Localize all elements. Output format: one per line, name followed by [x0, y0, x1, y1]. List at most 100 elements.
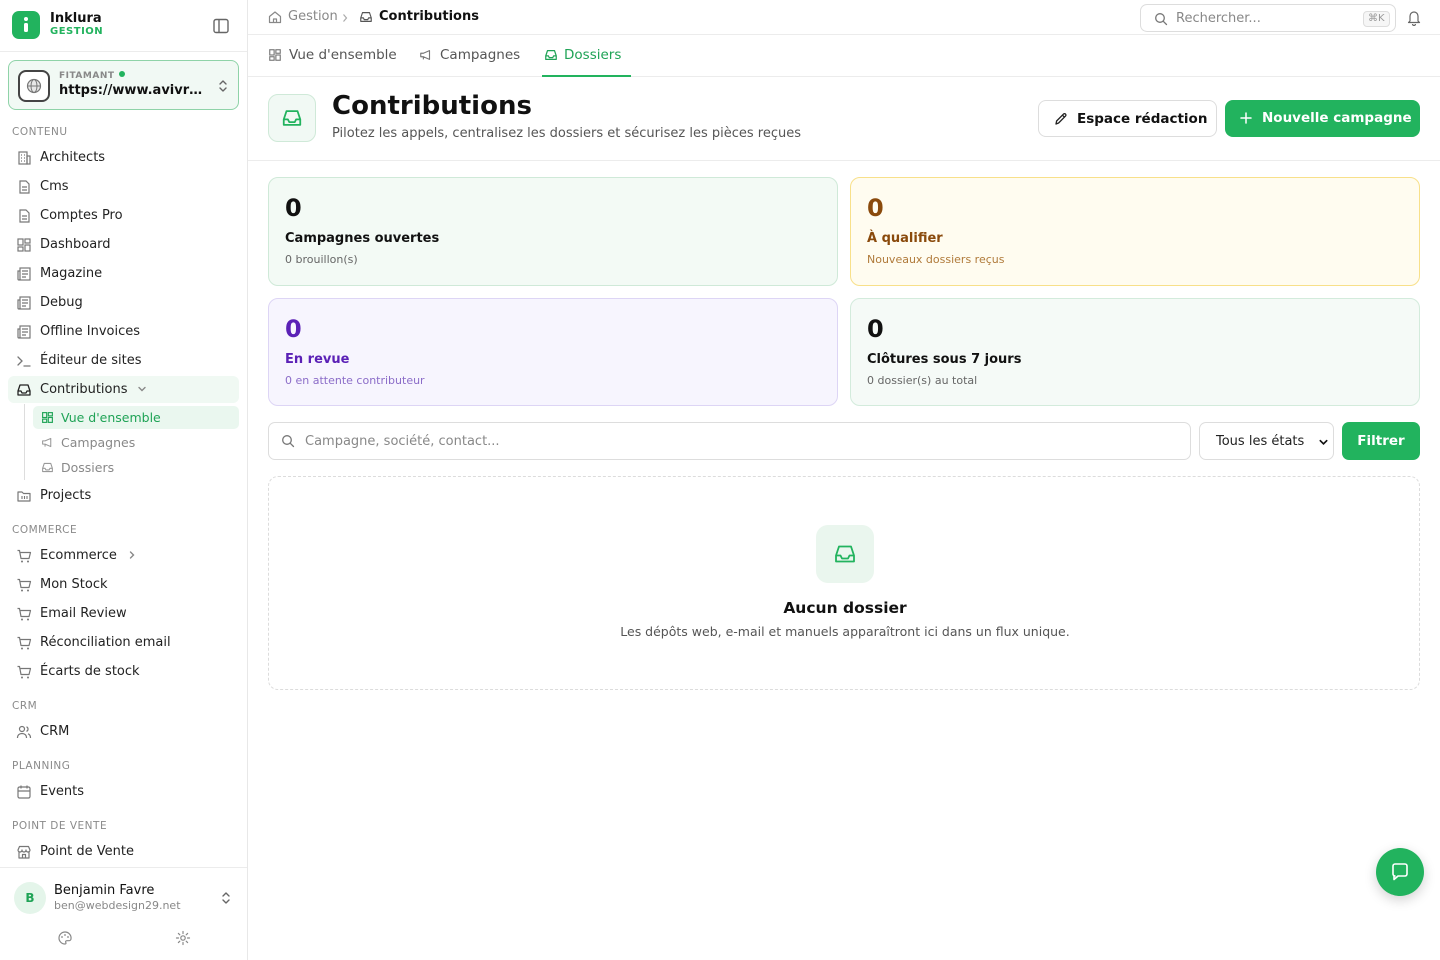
cart-icon	[17, 665, 32, 679]
stat-card-to-qualify: 0 À qualifier Nouveaux dossiers reçus	[850, 177, 1420, 286]
sidebar-item-label: Écarts de stock	[40, 664, 140, 679]
sidebar-item-architects[interactable]: Architects	[8, 144, 239, 171]
sidebar-item-crm[interactable]: CRM	[8, 718, 239, 745]
stat-label: En revue	[285, 352, 350, 367]
filter-button[interactable]: Filtrer	[1342, 422, 1420, 460]
cart-icon	[17, 607, 32, 621]
file-icon	[19, 180, 30, 194]
sidebar-toggle-icon[interactable]	[212, 17, 230, 35]
sidebar-item-offline-invoices[interactable]: Offline Invoices	[8, 318, 239, 345]
search-placeholder: Rechercher...	[1176, 11, 1261, 26]
sidebar-item-label: Ecommerce	[40, 548, 117, 563]
sidebar-item-label: Projects	[40, 488, 92, 503]
cart-icon	[17, 578, 32, 592]
sidebar-item-magazine[interactable]: Magazine	[8, 260, 239, 287]
sidebar-item-label: Magazine	[40, 266, 103, 281]
avatar[interactable]: B	[14, 882, 46, 914]
stat-value: 0	[867, 315, 884, 343]
sidebar-item-label: Events	[40, 784, 85, 799]
cart-icon	[17, 549, 32, 563]
chat-icon	[1392, 863, 1408, 881]
tab-label: Campagnes	[440, 47, 521, 63]
sidebar-item-dashboard[interactable]: Dashboard	[8, 231, 239, 258]
cart-icon	[17, 636, 32, 650]
sidebar-subitem-label: Dossiers	[61, 460, 115, 475]
sidebar-item-debug[interactable]: Debug	[8, 289, 239, 316]
brand-name: Inklura	[50, 11, 102, 26]
brand-sub: GESTION	[50, 26, 104, 37]
sidebar-item-label: Offline Invoices	[40, 324, 141, 339]
sidebar-item-editeur[interactable]: Éditeur de sites	[8, 347, 239, 374]
sidebar-item-pos[interactable]: Point de Vente	[8, 838, 239, 865]
sidebar-item-reconciliation[interactable]: Réconciliation email	[8, 629, 239, 656]
chat-button[interactable]	[1376, 848, 1424, 896]
editor-space-button[interactable]: Espace rédaction	[1038, 100, 1217, 137]
sidebar-subitem-dossiers[interactable]: Dossiers	[33, 456, 239, 479]
tab-dossiers[interactable]: Dossiers	[542, 35, 631, 77]
tab-bar: Vue d'ensemble Campagnes Dossiers	[248, 35, 1440, 77]
inbox-icon	[42, 462, 53, 473]
inbox-icon	[545, 50, 557, 60]
palette-icon[interactable]	[57, 930, 73, 946]
sidebar-item-contributions[interactable]: Contributions	[8, 376, 239, 403]
search-input[interactable]: Rechercher... ⌘K	[1140, 4, 1396, 32]
chevron-up-down-icon[interactable]	[219, 890, 233, 906]
sidebar-item-label: Réconciliation email	[40, 635, 171, 650]
inbox-icon	[17, 384, 31, 396]
stat-label: À qualifier	[867, 231, 943, 246]
sidebar-item-label: Contributions	[40, 382, 128, 397]
sidebar-item-comptes-pro[interactable]: Comptes Pro	[8, 202, 239, 229]
grid-icon	[17, 238, 31, 252]
button-label: Filtrer	[1357, 433, 1405, 449]
search-shortcut: ⌘K	[1363, 11, 1390, 27]
store-icon	[17, 845, 31, 859]
sidebar-subitem-overview[interactable]: Vue d'ensemble	[33, 406, 239, 429]
brand[interactable]: Inklura GESTION	[12, 11, 240, 41]
new-campaign-button[interactable]: Nouvelle campagne	[1225, 100, 1420, 137]
bell-icon[interactable]	[1406, 9, 1422, 26]
tab-label: Vue d'ensemble	[289, 47, 397, 63]
sidebar-item-events[interactable]: Events	[8, 778, 239, 805]
file-icon	[19, 209, 30, 223]
breadcrumb-root[interactable]: Gestion	[288, 9, 338, 24]
sidebar-item-cms[interactable]: Cms	[8, 173, 239, 200]
sidebar-item-label: Architects	[40, 150, 106, 165]
tab-campagnes[interactable]: Campagnes	[419, 35, 522, 77]
sidebar-item-ecommerce[interactable]: Ecommerce	[8, 542, 239, 569]
sidebar-subitem-campagnes[interactable]: Campagnes	[33, 431, 239, 454]
sidebar-item-label: Mon Stock	[40, 577, 108, 592]
chevron-up-down-icon	[219, 80, 227, 92]
state-select[interactable]: Tous les états	[1199, 422, 1334, 460]
sidebar-item-projects[interactable]: Projects	[8, 482, 239, 509]
sidebar-item-label: Cms	[40, 179, 69, 194]
search-placeholder: Campagne, société, contact...	[305, 434, 500, 449]
empty-desc: Les dépôts web, e-mail et manuels appara…	[620, 624, 1070, 639]
dossier-search-input[interactable]: Campagne, société, contact...	[268, 422, 1191, 460]
button-label: Espace rédaction	[1077, 111, 1208, 127]
site-selector[interactable]: FITAMANT https://www.avivre-immobilier.f…	[8, 60, 239, 110]
section-label-contenu: CONTENU	[12, 126, 68, 138]
stat-value: 0	[285, 315, 302, 343]
divider	[0, 867, 247, 868]
sidebar-item-label: Dashboard	[40, 237, 111, 252]
select-value: Tous les états	[1216, 434, 1305, 449]
section-label-pos: POINT DE VENTE	[12, 820, 108, 832]
chevron-right-icon	[343, 14, 348, 22]
stat-label: Campagnes ouvertes	[285, 231, 440, 246]
grid-icon	[42, 412, 53, 423]
online-dot	[118, 71, 125, 77]
brand-logo-icon	[12, 11, 40, 39]
chevron-down-icon	[138, 386, 146, 392]
sidebar-item-ecarts[interactable]: Écarts de stock	[8, 658, 239, 685]
stat-desc: 0 en attente contributeur	[285, 374, 425, 387]
sidebar-item-mon-stock[interactable]: Mon Stock	[8, 571, 239, 598]
sidebar-item-label: Éditeur de sites	[40, 353, 142, 368]
gear-icon[interactable]	[175, 930, 191, 946]
empty-state: Aucun dossier Les dépôts web, e-mail et …	[268, 476, 1420, 690]
stat-value: 0	[867, 194, 884, 222]
sidebar-item-email-review[interactable]: Email Review	[8, 600, 239, 627]
inbox-icon	[816, 525, 874, 583]
home-icon[interactable]	[268, 10, 282, 24]
tab-overview[interactable]: Vue d'ensemble	[268, 35, 397, 77]
stat-card-open-campaigns: 0 Campagnes ouvertes 0 brouillon(s)	[268, 177, 838, 286]
